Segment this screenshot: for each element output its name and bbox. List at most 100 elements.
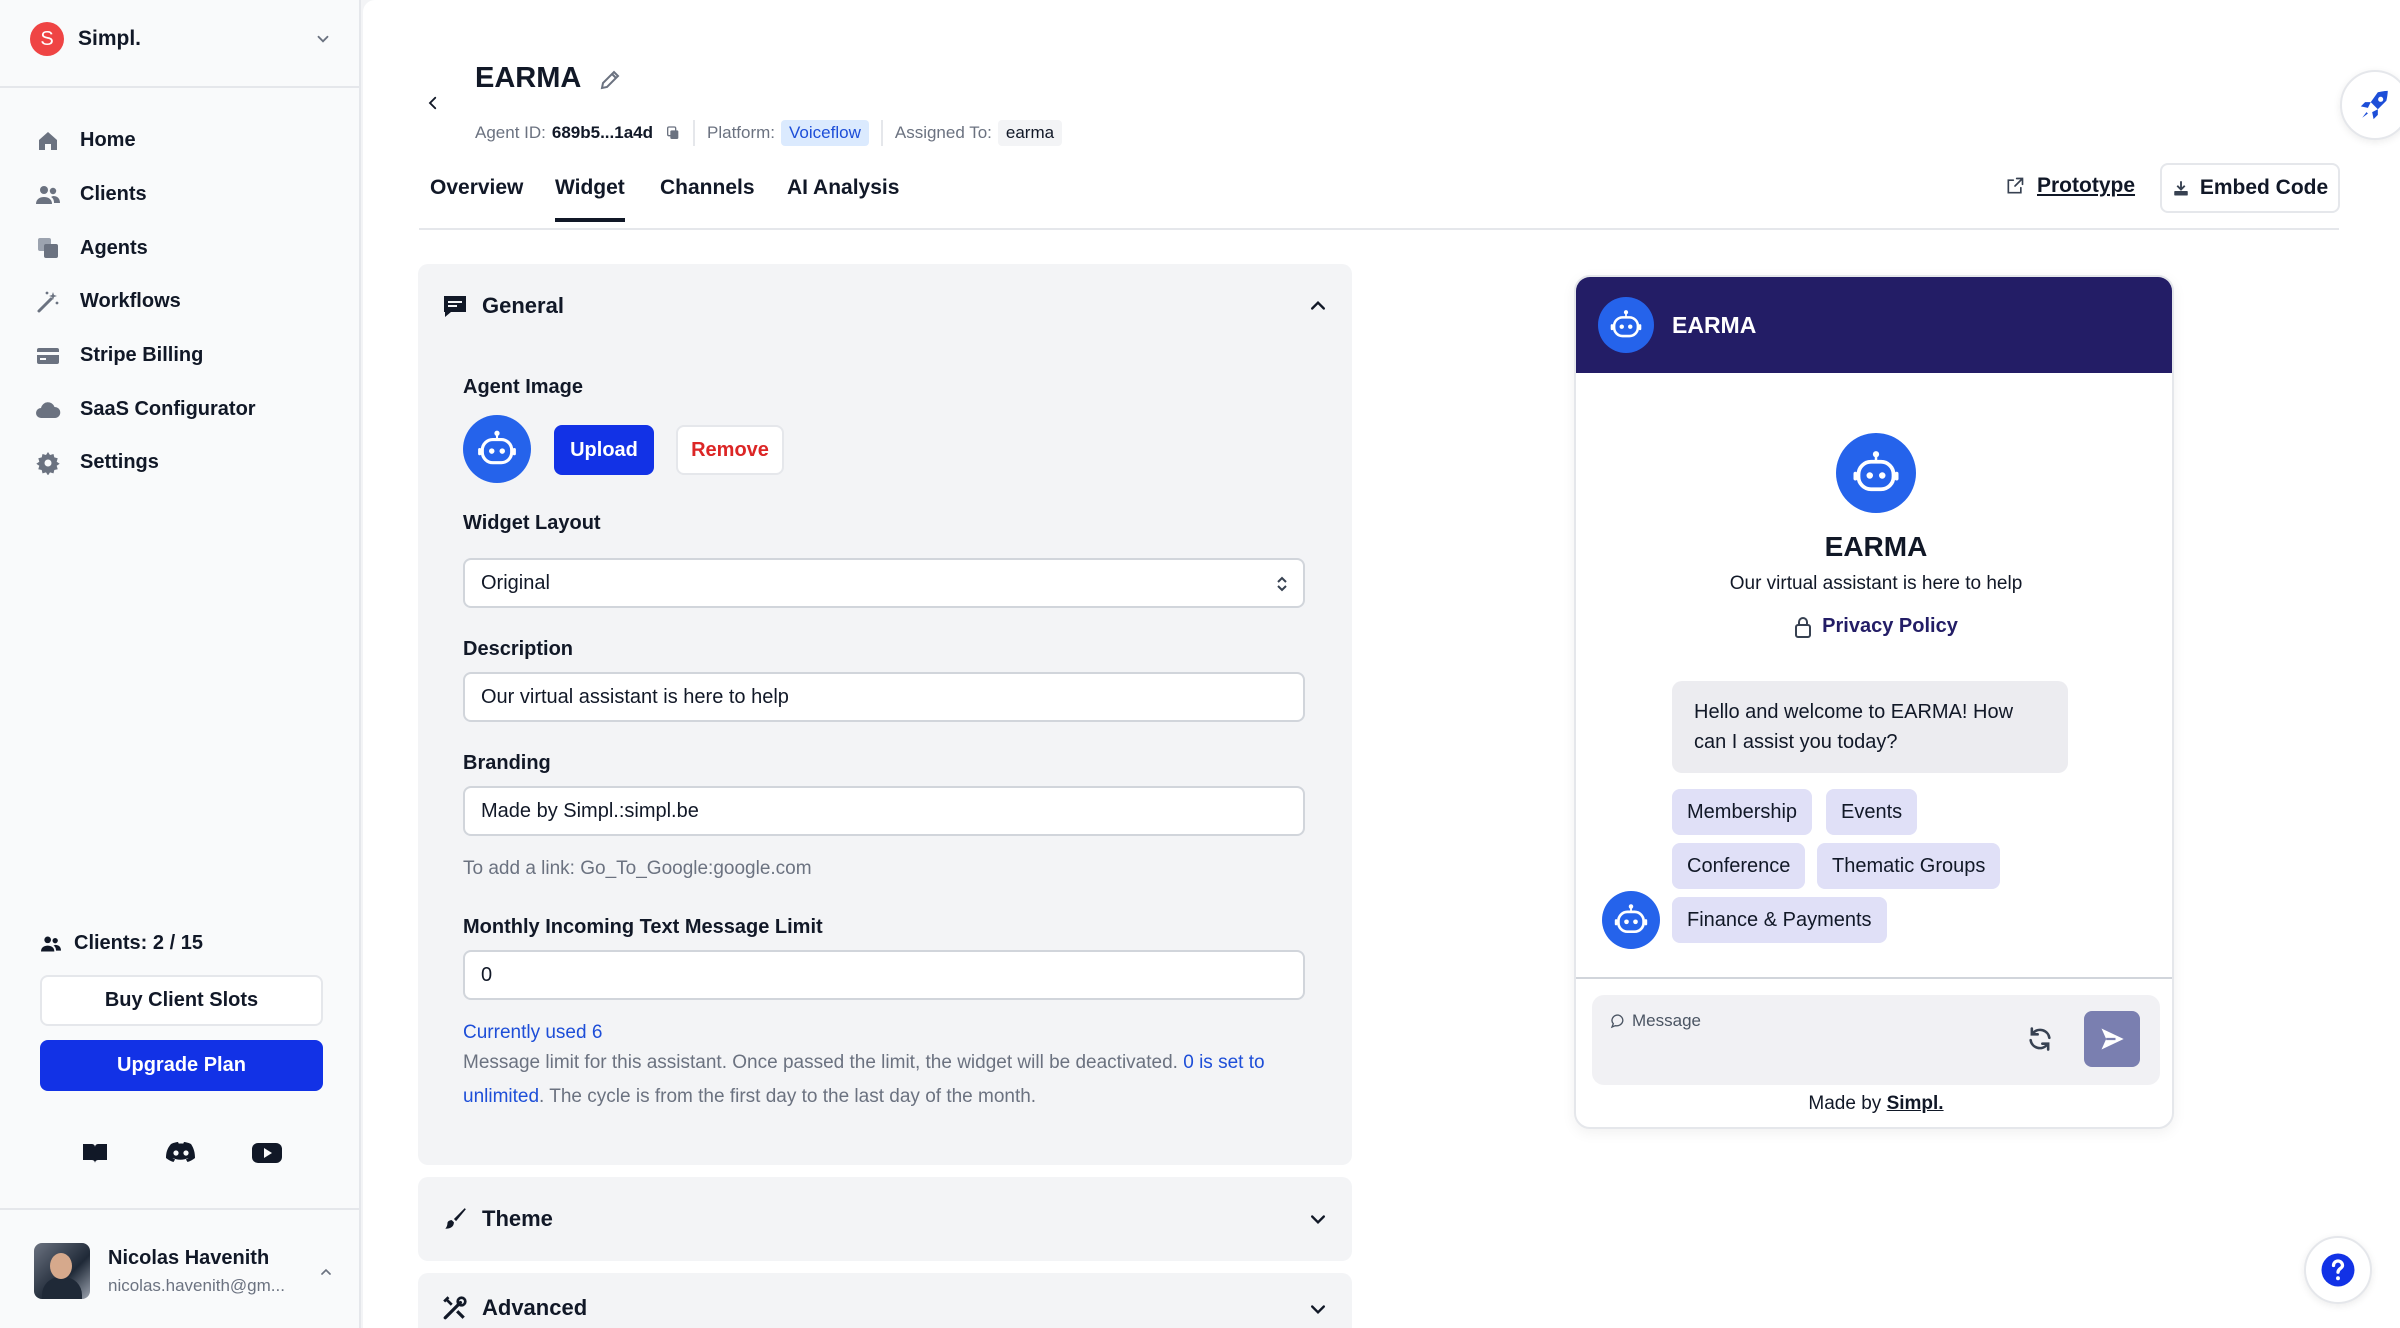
copy-icon[interactable] [665,125,681,141]
divider [880,120,883,146]
agent-id-value: 689b5...1a4d [551,123,653,142]
agent-meta: Agent ID: 689b5...1a4d Platform: Voicefl… [475,118,1063,148]
widget-layout-select[interactable]: Original [463,558,1305,608]
tab-bar: Overview Widget Channels AI Analysis Pro… [419,160,2340,230]
quick-reply-thematic-groups[interactable]: Thematic Groups [1817,843,2001,889]
message-limit-note: Message limit for this assistant. Once p… [463,1052,1265,1107]
user-menu[interactable]: Nicolas Havenith nicolas.havenith@gm... [34,1240,334,1302]
general-title: General [482,293,564,318]
theme-section[interactable]: Theme [418,1177,1352,1261]
advanced-section[interactable]: Advanced [418,1273,1352,1328]
sidebar-item-workflows[interactable]: Workflows [34,275,334,329]
widget-preview: EARMA EARMA Our virtual assistant is her… [1574,275,2174,1129]
embed-code-label: Embed Code [2199,176,2329,199]
divider [693,120,695,146]
assigned-label: Assigned To: [894,123,992,142]
workspace-switcher[interactable]: S Simpl. [30,20,332,58]
help-icon [2321,1253,2355,1287]
tab-ai-analysis[interactable]: AI Analysis [787,176,899,218]
upload-button[interactable]: Upload [554,425,654,475]
send-button[interactable] [2084,1011,2140,1067]
branding-value: Made by Simpl.:simpl.be [481,799,699,822]
discord-icon[interactable] [164,1138,198,1168]
wand-icon [34,288,62,316]
help-button[interactable] [2304,1236,2372,1304]
widget-header-title: EARMA [1672,311,1757,338]
branding-label: Branding [463,752,551,774]
sidebar-item-agents[interactable]: Agents [34,221,334,275]
theme-header[interactable]: Theme [442,1177,553,1261]
widget-layout-value: Original [481,571,550,594]
advanced-title: Advanced [482,1295,588,1320]
workspace-name: Simpl. [78,27,142,50]
youtube-icon[interactable] [250,1138,284,1168]
sidebar-item-label: Agents [80,236,148,259]
widget-avatar-large [1836,433,1916,513]
prototype-link[interactable]: Prototype [2005,174,2135,198]
robot-icon [478,430,516,465]
gear-icon [34,449,62,477]
book-icon[interactable] [78,1138,112,1168]
widget-header: EARMA [1576,277,2172,373]
branding-input[interactable]: Made by Simpl.:simpl.be [463,786,1305,836]
platform-label: Platform: [707,123,776,142]
sidebar-nav: Home Clients Agents Workflows Stripe Bil… [34,114,334,490]
sidebar-item-saas-configurator[interactable]: SaaS Configurator [34,382,334,436]
quick-reply-conference[interactable]: Conference [1672,843,1806,889]
chevron-down-icon[interactable] [1308,1299,1328,1319]
privacy-policy-link[interactable]: Privacy Policy [1576,615,2172,638]
sidebar-item-settings[interactable]: Settings [34,436,334,490]
sidebar-item-home[interactable]: Home [34,114,334,168]
user-name: Nicolas Havenith [108,1246,270,1269]
quick-reply-events[interactable]: Events [1826,789,1918,835]
chat-icon [444,296,466,317]
users-icon [40,934,62,954]
sidebar-item-label: Stripe Billing [80,344,204,367]
refresh-icon[interactable] [2026,1025,2054,1053]
message-placeholder: Message [1632,1011,1701,1030]
platform-badge: Voiceflow [781,120,869,146]
rocket-icon [2360,90,2388,120]
avatar [34,1243,90,1299]
workspace-logo: S [30,22,64,56]
widget-branding: Made by Simpl. [1808,1093,1944,1114]
quick-reply-membership[interactable]: Membership [1672,789,1813,835]
branding-link[interactable]: Simpl. [1887,1093,1944,1114]
widget-description: Our virtual assistant is here to help [1729,573,2023,594]
quick-reply-finance-payments[interactable]: Finance & Payments [1672,897,1887,943]
tab-overview[interactable]: Overview [430,176,523,218]
credit-card-icon [34,342,62,370]
chevron-down-icon[interactable] [1308,1209,1328,1229]
upgrade-plan-button[interactable]: Upgrade Plan [40,1040,323,1091]
message-limit-input[interactable]: 0 [463,950,1305,1000]
social-links [78,1138,284,1168]
message-avatar [1602,891,1660,949]
widget-agent-name: EARMA [1824,531,1928,562]
lock-icon [1795,616,1812,638]
message-input[interactable]: Message [1592,995,2160,1085]
pencil-icon[interactable] [598,68,622,92]
tools-icon [443,1296,467,1320]
description-value: Our virtual assistant is here to help [481,685,789,708]
buy-client-slots-button[interactable]: Buy Client Slots [40,975,323,1026]
sidebar-item-label: SaaS Configurator [80,397,256,420]
back-chevron-icon[interactable] [424,92,442,114]
robot-icon [1614,904,1648,934]
sidebar-item-stripe-billing[interactable]: Stripe Billing [34,329,334,383]
tab-widget[interactable]: Widget [555,176,625,222]
privacy-policy-label: Privacy Policy [1822,615,1958,637]
brush-icon [445,1208,466,1229]
tab-channels[interactable]: Channels [660,176,755,218]
general-header[interactable]: General [442,264,564,348]
agent-id-label: Agent ID: [475,123,546,142]
remove-button[interactable]: Remove [676,425,784,475]
advanced-header[interactable]: Advanced [442,1273,587,1328]
widget-avatar [1598,297,1654,353]
currently-used: Currently used 6 [463,1022,603,1043]
sidebar-item-clients[interactable]: Clients [34,168,334,222]
description-label: Description [463,638,574,660]
clients-count-label: Clients: 2 / 15 [74,932,203,954]
embed-code-button[interactable]: Embed Code [2160,163,2340,213]
description-input[interactable]: Our virtual assistant is here to help [463,672,1305,722]
chevron-up-icon[interactable] [1308,296,1328,316]
